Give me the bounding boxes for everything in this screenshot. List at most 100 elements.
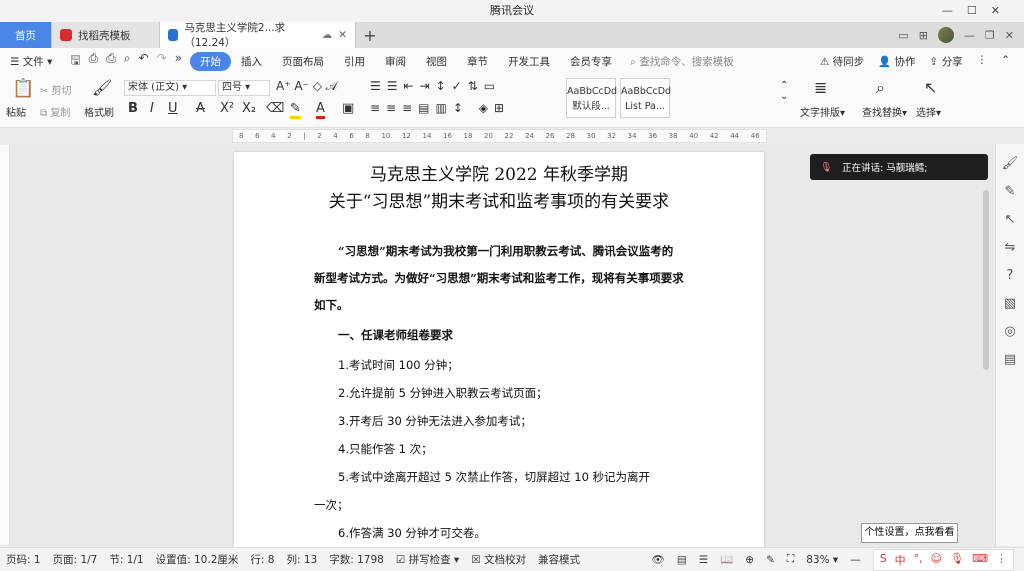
subscript-icon[interactable]: X₂ bbox=[242, 101, 256, 116]
paste-button[interactable]: 粘贴 bbox=[6, 104, 26, 119]
cursor-icon[interactable]: ↖ bbox=[1005, 212, 1016, 227]
input-method-bar[interactable]: S 中 °, ☺ 🎙 ⌨ ⋮ bbox=[872, 548, 1014, 571]
redo-icon[interactable]: ↷ bbox=[157, 51, 167, 72]
close-window-icon[interactable]: ✕ bbox=[1005, 29, 1014, 42]
tab-template[interactable]: 找稻壳模板 bbox=[52, 22, 160, 48]
select-cursor-icon[interactable]: ↖ bbox=[924, 78, 937, 97]
highlight-icon[interactable]: ✎ bbox=[290, 101, 301, 119]
menu-member[interactable]: 会员专享 bbox=[560, 54, 622, 69]
underline-icon[interactable]: U bbox=[168, 101, 178, 116]
tab-document[interactable]: 马克思主义学院2...求（12.24） ☁ ✕ bbox=[160, 22, 356, 49]
copy-button[interactable]: ⧉ 复制 bbox=[40, 104, 70, 119]
menu-review[interactable]: 审阅 bbox=[375, 54, 416, 69]
share-button[interactable]: ⇪ 分享 bbox=[930, 54, 963, 69]
collab-button[interactable]: 👤 协作 bbox=[878, 54, 915, 69]
char-border-icon[interactable]: ▣ bbox=[342, 101, 354, 116]
proof-button[interactable]: ☒ 文档校对 bbox=[471, 552, 526, 567]
command-search-placeholder: 查找命令、搜索模板 bbox=[639, 55, 734, 68]
more-icon[interactable]: » bbox=[175, 51, 182, 72]
menu-insert[interactable]: 插入 bbox=[231, 54, 272, 69]
window-layout-icon[interactable]: ▭ bbox=[898, 29, 908, 42]
strikethrough-icon[interactable]: A bbox=[196, 101, 205, 116]
select-button[interactable]: 选择▾ bbox=[916, 104, 941, 119]
paste-icon[interactable]: 📋 bbox=[12, 78, 34, 99]
undo-icon[interactable]: ↶ bbox=[139, 51, 149, 72]
format-painter-icon[interactable]: 🖌 bbox=[92, 78, 112, 97]
status-pages[interactable]: 页面: 1/7 bbox=[53, 552, 98, 567]
styles-scroll[interactable]: ⌃ ⌄ bbox=[780, 80, 788, 102]
location-icon[interactable]: ◎ bbox=[1004, 324, 1015, 339]
ruler-tick: 18 bbox=[463, 132, 473, 140]
avatar[interactable] bbox=[937, 27, 954, 43]
font-size-buttons[interactable]: A⁺ A⁻ ◇ 𝒜 bbox=[276, 79, 337, 94]
adjust-icon[interactable]: ⇋ bbox=[1005, 240, 1016, 255]
font-color-icon[interactable]: A bbox=[316, 101, 325, 119]
bold-icon[interactable]: B bbox=[128, 101, 138, 116]
command-search[interactable]: ⌕ 查找命令、搜索模板 bbox=[630, 54, 734, 69]
format-painter-button[interactable]: 格式刷 bbox=[84, 104, 114, 119]
ruler-tick: 8 bbox=[365, 132, 370, 140]
page-view-icon[interactable]: ▤ bbox=[677, 554, 687, 566]
read-view-icon[interactable]: 📖 bbox=[720, 553, 733, 566]
font-name-select[interactable]: 宋体 (正文) ▾ bbox=[124, 80, 216, 96]
text-layout-button[interactable]: 文字排版▾ bbox=[800, 104, 845, 119]
text-layout-icon[interactable]: ≣ bbox=[814, 78, 827, 97]
print-icon[interactable]: ⎙ bbox=[106, 51, 116, 72]
minimize-icon[interactable]: — bbox=[964, 29, 975, 42]
more-menu-icon[interactable]: ⋮ bbox=[977, 54, 988, 69]
help-icon[interactable]: ? bbox=[1007, 268, 1014, 283]
docer-icon bbox=[60, 29, 72, 41]
spellcheck-button[interactable]: ☑ 拼写检查 ▾ bbox=[396, 552, 459, 567]
horizontal-ruler[interactable]: 8 6 4 2 | 2 4 6 8 10 12 14 16 18 20 22 24 26 28 30 32 34 36 38 4… bbox=[232, 129, 767, 143]
document-page[interactable]: 马克思主义学院 2022 年秋季学期 关于“习思想”期末考试和监考事项的有关要求… bbox=[234, 152, 764, 552]
superscript-icon[interactable]: X² bbox=[220, 101, 234, 116]
fit-page-icon[interactable]: ⛶ bbox=[787, 553, 794, 566]
menu-bar: ☰ 文件 ▾ 🖫 ⎙ ⎙ ⌕ ↶ ↷ » 开始 插入 页面布局 引用 审阅 视图… bbox=[0, 48, 1024, 74]
eye-protect-icon[interactable]: 👁 bbox=[651, 553, 664, 566]
grid-apps-icon[interactable]: ⊞ bbox=[919, 29, 928, 42]
book-icon[interactable]: ▤ bbox=[1004, 352, 1016, 367]
find-replace-button[interactable]: 查找替换▾ bbox=[862, 104, 907, 119]
menu-home[interactable]: 开始 bbox=[190, 51, 232, 71]
clear-format-icon[interactable]: ⌫ bbox=[266, 101, 284, 116]
write-view-icon[interactable]: ✎ bbox=[766, 554, 775, 566]
zoom-out-icon[interactable]: — bbox=[850, 554, 861, 566]
image-tool-icon[interactable]: ▧ bbox=[1004, 296, 1016, 311]
scrollbar-thumb[interactable] bbox=[983, 190, 989, 370]
print-preview-icon[interactable]: ⌕ bbox=[124, 51, 131, 72]
ruler-tick: 4 bbox=[271, 132, 276, 140]
doc-item-6: 6.作答满 30 分钟才可交卷。 bbox=[338, 526, 486, 540]
sync-button[interactable]: ⚠ 待同步 bbox=[820, 54, 864, 69]
new-tab-button[interactable]: + bbox=[356, 22, 384, 48]
menu-view[interactable]: 视图 bbox=[416, 54, 457, 69]
menu-references[interactable]: 引用 bbox=[334, 54, 375, 69]
pen-icon[interactable]: ✎ bbox=[1005, 184, 1016, 199]
tab-home[interactable]: 首页 bbox=[0, 22, 52, 48]
zoom-level[interactable]: 83% ▾ bbox=[806, 554, 838, 566]
font-size-select[interactable]: 四号 ▾ bbox=[218, 80, 270, 96]
italic-icon[interactable]: I bbox=[150, 101, 154, 116]
brush-icon[interactable]: 🖌 bbox=[1002, 156, 1019, 171]
style-list-paragraph[interactable]: AaBbCcDd List Pa... bbox=[620, 78, 671, 118]
status-words[interactable]: 字数: 1798 bbox=[329, 552, 384, 567]
collapse-ribbon-icon[interactable]: ⌃ bbox=[1001, 54, 1010, 69]
restore-icon[interactable]: ❐ bbox=[985, 29, 995, 42]
menu-developer[interactable]: 开发工具 bbox=[498, 54, 560, 69]
close-tab-icon[interactable]: ✕ bbox=[338, 29, 347, 41]
outline-view-icon[interactable]: ☰ bbox=[699, 554, 708, 566]
vertical-scrollbar[interactable] bbox=[983, 150, 991, 545]
find-replace-icon[interactable]: ⌕ bbox=[876, 78, 885, 98]
personalize-tooltip[interactable]: 个性设置，点我看看 bbox=[861, 523, 958, 543]
window-controls[interactable]: —☐✕ bbox=[942, 0, 1014, 22]
quick-access-toolbar: 🖫 ⎙ ⎙ ⌕ ↶ ↷ » bbox=[62, 51, 190, 72]
save-icon[interactable]: 🖫 bbox=[70, 51, 80, 72]
list-buttons[interactable]: ☰☰⇤⇥↕✓⇅▭ bbox=[370, 79, 501, 93]
menu-chapter[interactable]: 章节 bbox=[457, 54, 498, 69]
menu-page-layout[interactable]: 页面布局 bbox=[272, 54, 334, 69]
export-pdf-icon[interactable]: ⎙ bbox=[89, 51, 99, 72]
align-buttons[interactable]: ≡≡≡▤▥↕ ◈⊞ bbox=[370, 101, 510, 115]
file-menu[interactable]: ☰ 文件 ▾ bbox=[0, 54, 62, 69]
style-default[interactable]: AaBbCcDd 默认段... bbox=[566, 78, 617, 118]
web-view-icon[interactable]: ⊕ bbox=[745, 554, 754, 566]
cut-button[interactable]: ✂ 剪切 bbox=[40, 82, 72, 97]
